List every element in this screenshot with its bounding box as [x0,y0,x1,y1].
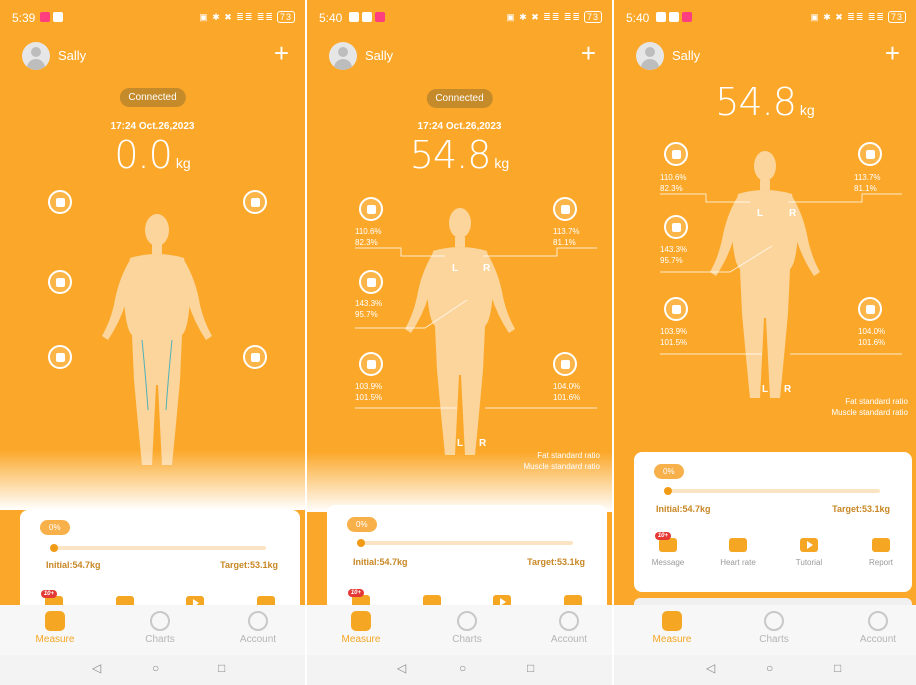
scale-icon [351,611,371,631]
charts-icon [764,611,784,631]
message-badge: 10+ [347,589,364,597]
left-arm-icon[interactable] [48,190,72,214]
tab-measure[interactable]: Measure [331,611,391,645]
message-icon: 10+ [654,532,677,552]
status-time: 5:39 [12,11,36,25]
system-nav-bar: ◁ ○ □ [0,655,305,685]
fat-ratio-label: Fat standard ratio [845,397,908,406]
goal-progress-badge: 0% [654,464,684,479]
body-silhouette [102,214,212,465]
goal-card[interactable]: 0% Initial:54.7kg Target:53.1kg 10+ Messa… [634,452,912,592]
connector-lines [660,193,902,355]
back-nav-icon[interactable]: ◁ [706,661,715,675]
tab-account[interactable]: Account [539,611,599,645]
tab-account[interactable]: Account [848,611,908,645]
scale-icon [662,611,682,631]
phone-screen-before: 5:39 ▣ ✱ ✖ ≣≣ ≣≣ 73 Sally + Connected 17:… [0,0,305,685]
home-nav-icon[interactable]: ○ [459,661,466,675]
measure-datetime: 17:24 Oct.26,2023 [110,121,195,132]
tab-bar: Measure Charts Account [307,605,612,655]
initial-weight: Initial:54.7kg [656,504,711,514]
heart-rate-button[interactable]: Heart rate [718,538,758,567]
system-nav-bar: ◁ ○ □ [614,655,916,685]
add-icon[interactable]: + [274,38,289,68]
weight-display: 0.0 kg [0,133,305,177]
account-icon [248,611,268,631]
scale-icon [45,611,65,631]
user-name[interactable]: Sally [58,48,86,63]
background-fade [307,452,612,512]
account-icon [559,611,579,631]
tab-account[interactable]: Account [228,611,288,645]
progress-knob [356,539,365,547]
tab-charts[interactable]: Charts [437,611,497,645]
goal-card[interactable]: 0% Initial:54.7kg Target:53.1kg 10+ [20,510,300,610]
phone-screen-result: 5:40 ▣ ✱ ✖ ≣≣ ≣≣ 73 Sally + Connected 17:… [307,0,612,685]
report-button[interactable]: Report [861,538,901,567]
system-icons: ▣ ✱ ✖ ≣≣ ≣≣ 73 [199,11,295,23]
target-weight: Target:53.1kg [832,504,890,514]
ratio-legend: Fat standard ratio Muscle standard ratio [832,396,908,418]
status-bar: 5:39 ▣ ✱ ✖ ≣≣ ≣≣ 73 [0,0,305,34]
right-leg-icon[interactable] [243,345,267,369]
home-nav-icon[interactable]: ○ [152,661,159,675]
tab-charts[interactable]: Charts [744,611,804,645]
phone-screen-scrolled: 5:40 ▣ ✱ ✖ ≣≣ ≣≣ 73 Sally + 54.8 kg L R L … [614,0,916,685]
goal-progress-bar [356,539,573,547]
target-weight: Target:53.1kg [220,560,278,570]
recent-apps-icon[interactable]: □ [834,661,841,675]
back-nav-icon[interactable]: ◁ [397,661,406,675]
tab-charts[interactable]: Charts [130,611,190,645]
background-fade [0,450,305,510]
goal-card[interactable]: 0% Initial:54.7kg Target:53.1kg 10+ [327,505,607,610]
account-icon [868,611,888,631]
initial-weight: Initial:54.7kg [353,557,408,567]
progress-knob [663,487,672,495]
message-button[interactable]: 10+ Message [648,532,688,567]
charts-icon [150,611,170,631]
notification-icons [40,12,63,22]
recent-apps-icon[interactable]: □ [218,661,225,675]
battery-icon: 73 [276,11,295,23]
tab-bar: Measure Charts Account [614,605,916,655]
tutorial-button[interactable]: Tutorial [789,538,829,567]
back-nav-icon[interactable]: ◁ [92,661,101,675]
goal-progress-badge: 0% [347,517,377,532]
home-nav-icon[interactable]: ○ [766,661,773,675]
system-nav-bar: ◁ ○ □ [307,655,612,685]
goal-progress-bar [663,487,880,495]
recent-apps-icon[interactable]: □ [527,661,534,675]
message-badge: 10+ [654,532,671,540]
initial-weight: Initial:54.7kg [46,560,101,570]
header: Sally + [22,38,291,72]
tutorial-icon [800,538,818,552]
tab-bar: Measure Charts Account [0,605,305,655]
connection-badge: Connected [119,88,186,107]
left-leg-icon[interactable] [48,345,72,369]
target-weight: Target:53.1kg [527,557,585,567]
trunk-icon[interactable] [48,270,72,294]
goal-progress-badge: 0% [40,520,70,535]
right-arm-icon[interactable] [243,190,267,214]
progress-knob [49,544,58,552]
avatar[interactable] [22,42,50,70]
tab-measure[interactable]: Measure [25,611,85,645]
connector-lines [355,247,597,409]
message-badge: 10+ [40,590,57,598]
charts-icon [457,611,477,631]
weight-unit: kg [175,155,191,171]
muscle-ratio-label: Muscle standard ratio [831,408,908,417]
comparison-screenshots: 5:39 ▣ ✱ ✖ ≣≣ ≣≣ 73 Sally + Connected 17:… [0,0,916,685]
tab-measure[interactable]: Measure [642,611,702,645]
goal-progress-bar [49,544,266,552]
report-icon [872,538,890,552]
heart-rate-icon [729,538,747,552]
weight-value: 0.0 [114,133,172,177]
